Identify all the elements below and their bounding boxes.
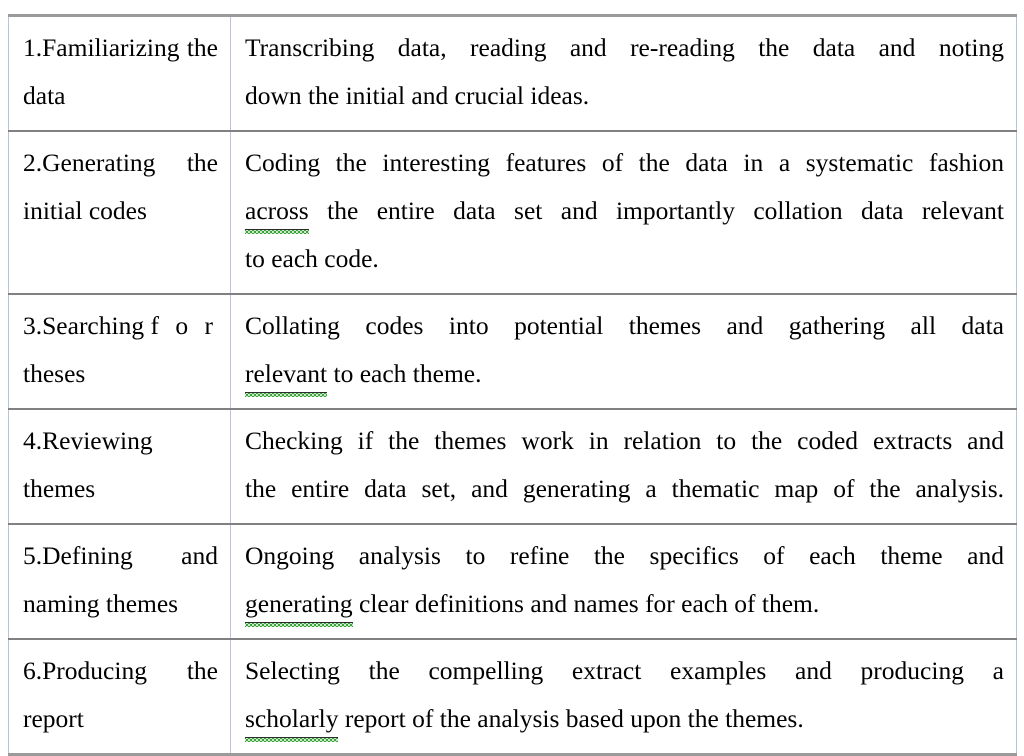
description-line: generating clear definitions and names f… [245,580,1004,628]
phase-line: 4.Reviewing [23,426,153,455]
phase-line: 5.Defining and [23,532,218,580]
phase-line-part: 6.Producing [23,656,147,685]
table-row: 3.Searching f o r theses Collating codes… [8,293,1017,410]
phase-line-part: the [186,656,218,685]
description-line: to each code. [245,244,379,273]
phase-cell-1: 1.Familiarizing the data [8,14,231,132]
description-line: across the entire data set and important… [245,187,1004,235]
description-line: relevant to each theme. [245,350,1004,398]
phase-cell-4: 4.Reviewing themes [8,408,231,525]
description-cell-4: Checking if the themes work in relation … [230,408,1017,525]
description-line: scholarly report of the analysis based u… [245,695,1004,743]
phase-line-part-spaced: f o r [150,311,218,340]
phase-cell-6: 6.Producing the report [8,638,231,756]
phase-cell-2: 2.Generating the initial codes [8,130,231,295]
phase-line: theses [23,359,86,388]
description-line: down the initial and crucial ideas. [245,81,590,110]
thematic-analysis-table: 1.Familiarizing the data Transcribing da… [8,14,1017,756]
phase-line: report [23,704,84,733]
phase-line: themes [23,474,96,503]
description-line: Transcribing data, reading and re-readin… [245,33,1004,62]
description-line-rest: the entire data set and importantly coll… [308,196,1004,225]
phase-line: 1.Familiarizing [23,33,180,62]
description-line: Coding the interesting features of the d… [245,148,1004,177]
grammar-flagged-word: generating [245,580,353,628]
grammar-flagged-word: across [245,187,309,235]
description-line: Selecting the compelling extract example… [245,656,1004,685]
phase-line: 2.Generating [23,148,156,177]
description-cell-6: Selecting the compelling extract example… [230,638,1017,756]
phase-line: 6.Producing the [23,647,218,695]
phase-line-part: and [181,541,218,570]
phase-line-part: 3.Searching [23,311,145,340]
phase-cell-5: 5.Defining and naming themes [8,523,231,640]
table-row: 1.Familiarizing the data Transcribing da… [8,14,1017,132]
description-line: Checking if the themes work in relation … [245,426,1004,455]
table-row: 6.Producing the report Selecting the com… [8,638,1017,756]
grammar-flagged-word: relevant [245,350,328,398]
grammar-flagged-word: scholarly [245,695,339,743]
phase-line: 3.Searching f o r [23,311,218,340]
description-cell-5: Ongoing analysis to refine the specifics… [230,523,1017,640]
description-line: Ongoing analysis to refine the specifics… [245,541,1004,570]
description-cell-3: Collating codes into potential themes an… [230,293,1017,410]
table-row: 5.Defining and naming themes Ongoing ana… [8,523,1017,640]
description-line: Collating codes into potential themes an… [245,311,1004,340]
table-row: 2.Generating the initial codes Coding th… [8,130,1017,295]
document-page: 1.Familiarizing the data Transcribing da… [0,0,1024,756]
phase-line-part: 5.Defining [23,541,133,570]
description-line: the entire data set, and generating a th… [245,474,1004,503]
description-line-rest: to each theme. [327,359,482,388]
description-line-rest: report of the analysis based upon the th… [338,704,804,733]
description-cell-1: Transcribing data, reading and re-readin… [230,14,1017,132]
table-row: 4.Reviewing themes Checking if the theme… [8,408,1017,525]
description-cell-2: Coding the interesting features of the d… [230,130,1017,295]
phase-cell-3: 3.Searching f o r theses [8,293,231,410]
description-line-rest: clear definitions and names for each of … [352,589,820,618]
phase-line: naming themes [23,589,179,618]
